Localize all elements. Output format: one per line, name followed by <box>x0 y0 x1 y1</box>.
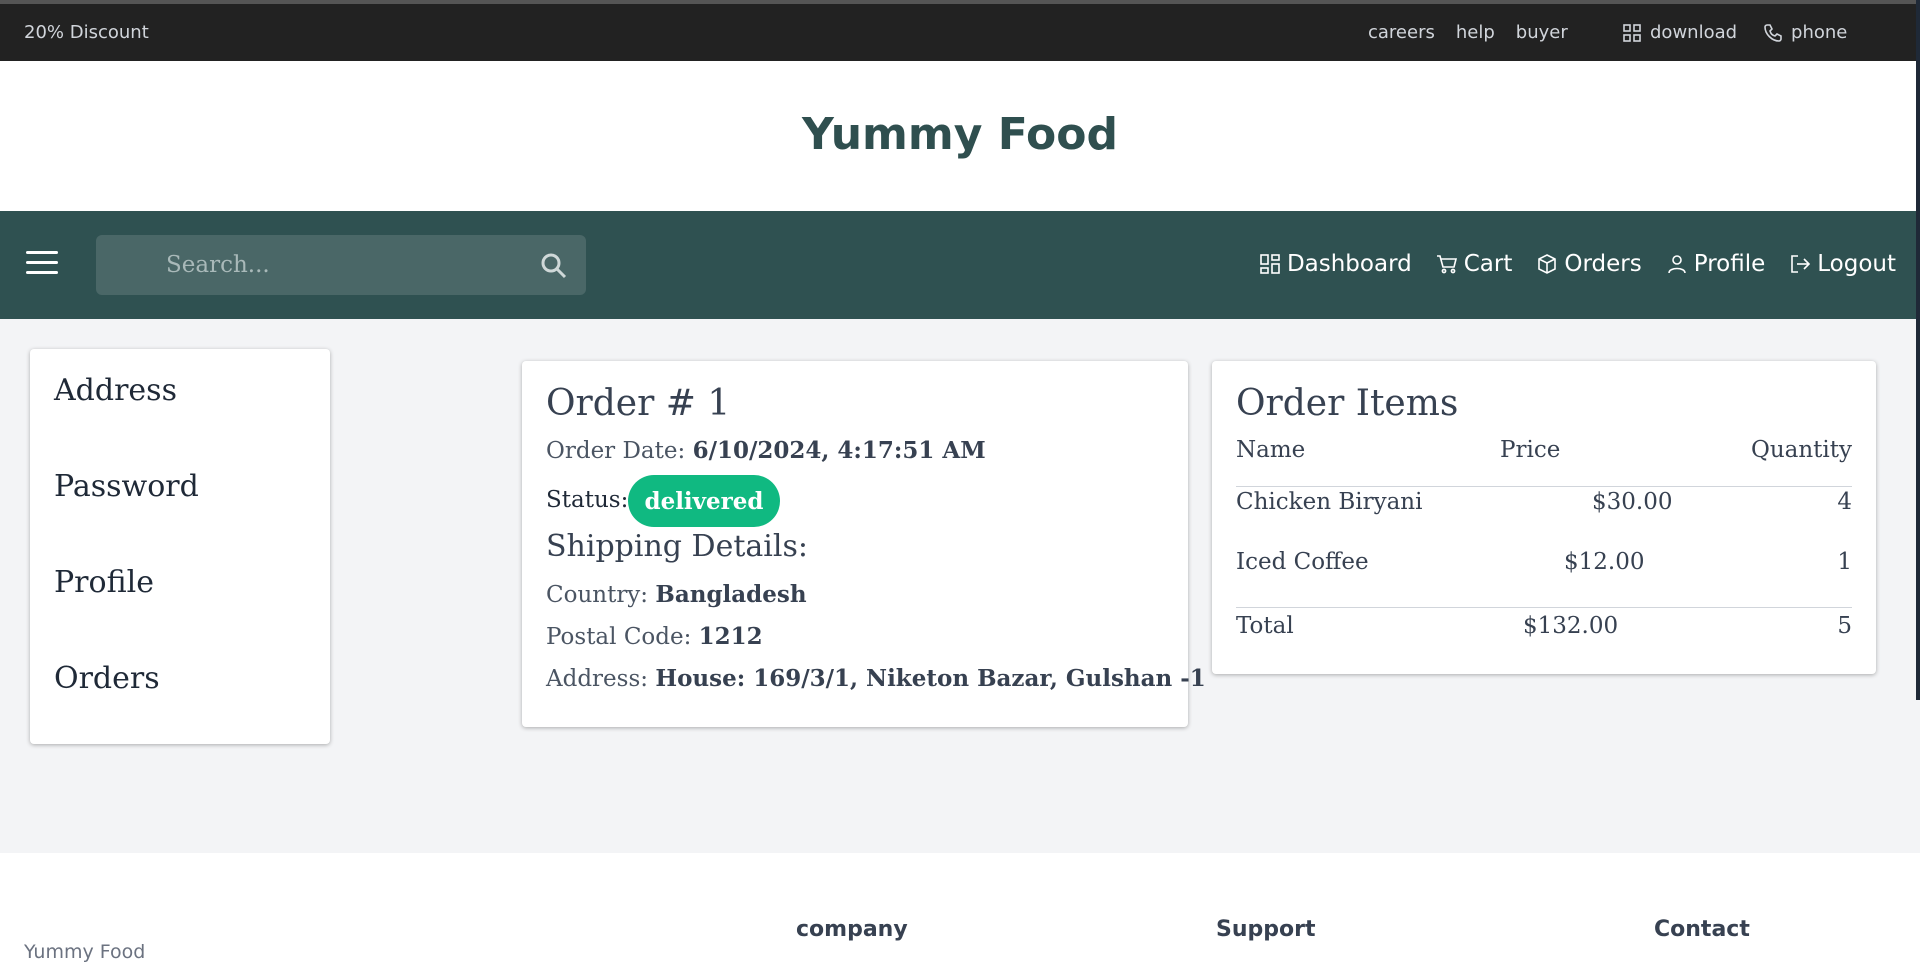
sidebar-item-password[interactable]: Password <box>54 469 199 504</box>
logout-icon <box>1791 255 1811 273</box>
phone-label: phone <box>1791 22 1848 43</box>
total-quantity: 5 <box>1837 613 1852 639</box>
search-input[interactable] <box>166 249 506 281</box>
nav-cart-label: Cart <box>1463 251 1513 277</box>
box-icon <box>1538 254 1557 274</box>
shipping-country: Country: Bangladesh <box>546 581 807 608</box>
sidebar-item-profile[interactable]: Profile <box>54 565 154 600</box>
buyer-link[interactable]: buyer <box>1516 22 1568 43</box>
grid-icon <box>1623 23 1641 42</box>
nav-cart[interactable]: Cart <box>1436 251 1513 277</box>
user-icon <box>1667 255 1686 274</box>
cart-icon <box>1436 255 1457 274</box>
scrollbar[interactable] <box>1916 0 1920 700</box>
column-header-name: Name <box>1236 437 1306 463</box>
order-items-card: Order Items Name Price Quantity Chicken … <box>1212 361 1876 674</box>
site-title[interactable]: Yummy Food <box>0 109 1920 160</box>
nav-dashboard-label: Dashboard <box>1286 251 1412 277</box>
search-icon[interactable] <box>540 252 568 280</box>
nav-logout-label: Logout <box>1817 251 1896 277</box>
dashboard-icon <box>1260 254 1280 274</box>
nav-profile[interactable]: Profile <box>1666 251 1766 277</box>
footer-heading-company: company <box>796 917 908 942</box>
postal-label: Postal Code: <box>546 624 699 650</box>
help-link[interactable]: help <box>1456 22 1495 43</box>
item-name: Chicken Biryani <box>1236 489 1423 515</box>
brand-header: Yummy Food <box>0 61 1920 211</box>
nav-dashboard[interactable]: Dashboard <box>1259 251 1412 277</box>
order-date-value: 6/10/2024, 4:17:51 AM <box>692 437 986 464</box>
nav-links: Dashboard Cart Orders Profile Logout <box>1259 251 1896 277</box>
item-name: Iced Coffee <box>1236 549 1369 575</box>
footer-heading-support: Support <box>1216 917 1316 942</box>
country-value: Bangladesh <box>655 581 807 608</box>
nav-orders-label: Orders <box>1564 251 1642 277</box>
item-quantity: 1 <box>1837 549 1852 575</box>
total-divider <box>1236 607 1852 608</box>
search-box <box>96 235 586 295</box>
hamburger-menu-icon[interactable] <box>26 251 58 277</box>
header-divider <box>1236 486 1852 487</box>
discount-text: 20% Discount <box>24 22 149 43</box>
status-label: Status: <box>546 487 629 513</box>
footer: Yummy Food company Support Contact <box>0 853 1920 965</box>
phone-icon <box>1764 23 1782 42</box>
order-items-title: Order Items <box>1236 383 1459 424</box>
careers-link[interactable]: careers <box>1368 22 1435 43</box>
sidebar-item-address[interactable]: Address <box>54 373 177 408</box>
download-link[interactable]: download <box>1622 22 1737 43</box>
nav-orders[interactable]: Orders <box>1536 251 1642 277</box>
postal-value: 1212 <box>698 623 763 650</box>
shipping-address: Address: House: 169/3/1, Niketon Bazar, … <box>546 665 1206 692</box>
item-price: $30.00 <box>1592 489 1673 515</box>
sidebar-item-orders[interactable]: Orders <box>54 661 160 696</box>
column-header-price: Price <box>1500 437 1561 463</box>
total-price: $132.00 <box>1523 613 1619 639</box>
address-value: House: 169/3/1, Niketon Bazar, Gulshan -… <box>655 665 1206 692</box>
nav-logout[interactable]: Logout <box>1789 251 1896 277</box>
download-label: download <box>1650 22 1738 43</box>
address-label: Address: <box>546 666 656 692</box>
total-label: Total <box>1236 613 1294 639</box>
account-sidebar: Address Password Profile Orders <box>30 349 330 744</box>
phone-link[interactable]: phone <box>1763 22 1847 43</box>
shipping-postal: Postal Code: 1212 <box>546 623 763 650</box>
main-navbar: Dashboard Cart Orders Profile Logout <box>0 211 1920 319</box>
top-links: careers help buyer <box>1368 22 1568 43</box>
order-title: Order # 1 <box>546 383 731 424</box>
column-header-quantity: Quantity <box>1750 437 1852 463</box>
nav-profile-label: Profile <box>1693 251 1766 277</box>
item-price: $12.00 <box>1564 549 1645 575</box>
shipping-title: Shipping Details: <box>546 529 808 564</box>
order-date: Order Date: 6/10/2024, 4:17:51 AM <box>546 437 986 464</box>
country-label: Country: <box>546 582 656 608</box>
order-date-label: Order Date: <box>546 438 693 464</box>
status-badge: delivered <box>628 475 780 527</box>
footer-heading-contact: Contact <box>1654 917 1750 942</box>
footer-brand: Yummy Food <box>24 941 146 963</box>
top-bar: 20% Discount careers help buyer download… <box>0 0 1920 61</box>
item-quantity: 4 <box>1837 489 1852 515</box>
order-details-card: Order # 1 Order Date: 6/10/2024, 4:17:51… <box>522 361 1206 727</box>
